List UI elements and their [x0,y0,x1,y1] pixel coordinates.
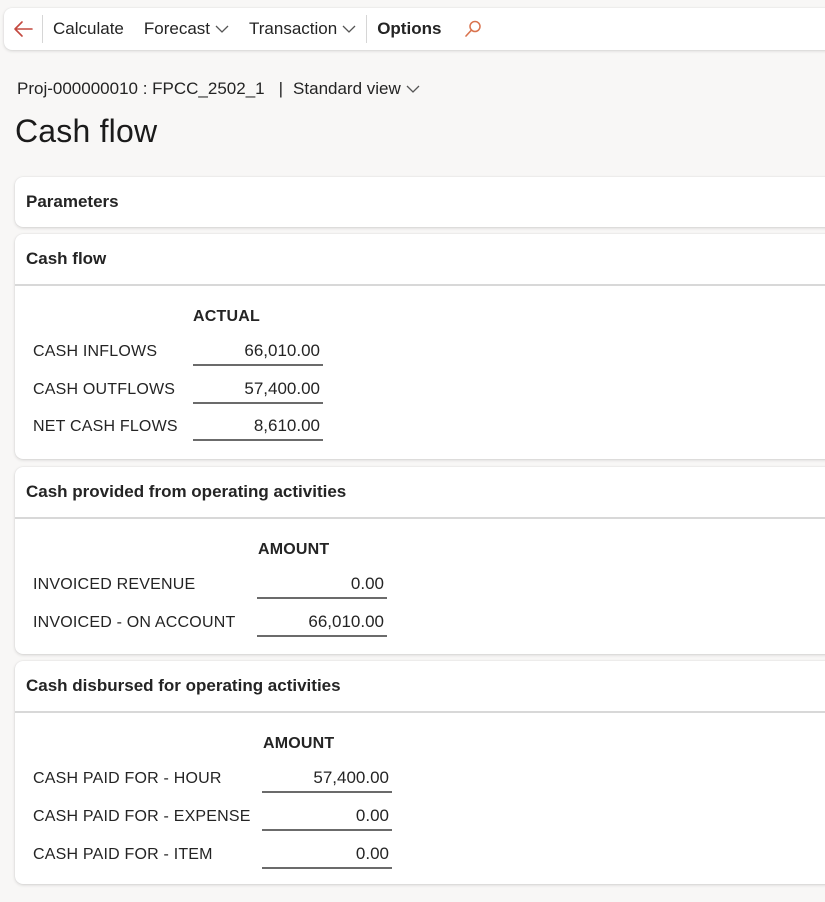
cash-outflows-value: 57,400.00 [193,376,323,404]
column-header-amount: AMOUNT [258,541,330,558]
invoiced-revenue-value: 0.00 [257,571,387,599]
chevron-down-icon [406,85,420,93]
row-label: INVOICED REVENUE [33,576,196,593]
cash-disbursed-section: Cash disbursed for operating activities … [15,661,825,884]
breadcrumb-separator: | [278,79,284,98]
row-label: CASH OUTFLOWS [33,381,176,398]
column-header-actual: ACTUAL [193,308,260,325]
parameters-section-header[interactable]: Parameters [15,177,825,227]
forecast-menu-button[interactable]: Forecast [134,8,239,50]
cash-paid-hour-value: 57,400.00 [262,765,392,793]
row-label: NET CASH FLOWS [33,418,178,435]
section-title: Parameters [26,192,119,211]
cash-provided-section-header[interactable]: Cash provided from operating activities [15,467,825,519]
calculate-button-label: Calculate [53,19,124,38]
invoiced-on-account-value: 66,010.00 [257,609,387,637]
section-title: Cash disbursed for operating activities [26,676,341,695]
row-label: CASH PAID FOR - ITEM [33,846,213,863]
record-identifier: Proj-000000010 : FPCC_2502_1 [17,79,265,98]
view-selector[interactable]: Standard view [293,79,420,99]
arrow-left-icon [14,21,33,37]
row-label: INVOICED - ON ACCOUNT [33,614,236,631]
row-label: CASH PAID FOR - HOUR [33,770,222,787]
cash-flow-section: Cash flow ACTUAL CASH INFLOWS 66,010.00 … [15,234,825,459]
view-selector-label: Standard view [293,79,401,98]
back-button[interactable] [4,8,42,50]
row-label: CASH INFLOWS [33,343,158,360]
row-label: CASH PAID FOR - EXPENSE [33,808,251,825]
options-button[interactable]: Options [367,8,451,50]
transaction-button-label: Transaction [249,19,338,38]
column-header-amount: AMOUNT [263,735,335,752]
cash-provided-section: Cash provided from operating activities … [15,467,825,654]
cash-flow-section-header[interactable]: Cash flow [15,234,825,286]
cash-paid-expense-value: 0.00 [262,803,392,831]
net-cash-flows-value: 8,610.00 [193,413,323,441]
calculate-button[interactable]: Calculate [43,8,134,50]
action-toolbar: Calculate Forecast Transaction Options [4,8,825,50]
section-title: Cash provided from operating activities [26,482,347,501]
cash-disbursed-section-header[interactable]: Cash disbursed for operating activities [15,661,825,713]
options-button-label: Options [377,19,442,38]
page-title: Cash flow [15,113,158,149]
search-button[interactable] [451,8,495,50]
cash-inflows-value: 66,010.00 [193,338,323,366]
breadcrumb: Proj-000000010 : FPCC_2502_1 | Standard … [17,79,420,99]
chevron-down-icon [342,25,356,33]
forecast-button-label: Forecast [143,19,211,38]
search-icon [465,20,482,37]
transaction-menu-button[interactable]: Transaction [239,8,366,50]
cash-paid-item-value: 0.00 [262,841,392,869]
chevron-down-icon [215,25,229,33]
parameters-section: Parameters [15,177,825,227]
section-title: Cash flow [26,249,107,268]
